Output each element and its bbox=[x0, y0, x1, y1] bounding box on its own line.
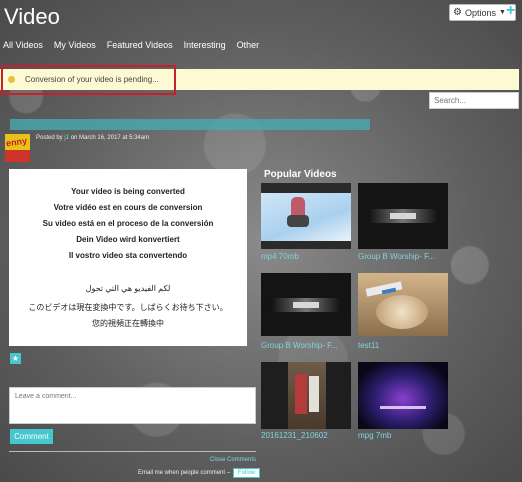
email-label: Email me when people comment – bbox=[138, 470, 231, 476]
video-thumbnail[interactable] bbox=[261, 183, 351, 249]
tab-all-videos[interactable]: All Videos bbox=[3, 40, 43, 50]
email-follow-row: Email me when people comment – Follow bbox=[138, 468, 261, 478]
comment-input[interactable] bbox=[9, 387, 256, 424]
video-thumbnail[interactable] bbox=[358, 362, 448, 429]
video-thumbnail[interactable] bbox=[358, 273, 448, 336]
chevron-down-icon: ▼ bbox=[499, 9, 506, 16]
conversion-player: Your video is being converted Votre vidé… bbox=[9, 169, 247, 346]
plus-icon[interactable]: + bbox=[506, 2, 515, 20]
video-nav: All Videos My Videos Featured Videos Int… bbox=[3, 40, 259, 50]
convert-line-de: Dein Video wird konvertiert bbox=[76, 235, 180, 244]
page-title: Video bbox=[4, 4, 60, 29]
favorite-star-icon[interactable]: ★ bbox=[10, 353, 21, 364]
convert-line-en: Your video is being converted bbox=[71, 187, 185, 196]
follow-button[interactable]: Follow bbox=[233, 468, 261, 478]
video-title-bar bbox=[10, 119, 370, 130]
convert-line-ja: このビデオは現在変換中です。しばらくお待ち下さい。 bbox=[28, 303, 228, 312]
posted-by-label: Posted by bbox=[36, 135, 63, 141]
tab-featured-videos[interactable]: Featured Videos bbox=[107, 40, 173, 50]
avatar[interactable]: enny bbox=[5, 134, 30, 162]
close-comments-link[interactable]: Close Comments bbox=[210, 457, 256, 463]
video-title-link[interactable]: mpg 7mb bbox=[358, 431, 391, 440]
convert-line-ar: لكم الفيديو هي التي تحول bbox=[85, 284, 171, 293]
video-title-link[interactable]: test11 bbox=[358, 341, 379, 350]
author-link[interactable]: j1 bbox=[64, 135, 69, 141]
video-title-link[interactable]: Group B Worship- F... bbox=[358, 252, 435, 261]
video-thumbnail[interactable] bbox=[261, 273, 351, 336]
avatar-shape bbox=[5, 150, 30, 162]
popular-videos-title: Popular Videos bbox=[264, 169, 337, 180]
comment-button[interactable]: Comment bbox=[10, 429, 53, 444]
tab-interesting[interactable]: Interesting bbox=[184, 40, 226, 50]
tab-other[interactable]: Other bbox=[237, 40, 260, 50]
post-date: on March 16, 2017 at 5:34am bbox=[70, 135, 150, 141]
options-label: Options bbox=[464, 7, 496, 18]
video-title-link[interactable]: Group B Worship- F... bbox=[261, 341, 338, 350]
video-title-link[interactable]: mp4 70mb bbox=[261, 252, 299, 261]
video-thumbnail[interactable] bbox=[358, 183, 448, 249]
convert-line-it: Il vostro video sta convertendo bbox=[68, 251, 188, 260]
video-title-link[interactable]: 20161231_210602 bbox=[261, 431, 328, 440]
avatar-text: enny bbox=[5, 135, 28, 149]
gear-icon: ⚙ bbox=[453, 7, 462, 18]
divider bbox=[9, 451, 256, 452]
notice-highlight bbox=[1, 65, 176, 95]
video-thumbnail[interactable] bbox=[261, 362, 351, 429]
convert-line-fr: Votre vidéo est en cours de conversion bbox=[53, 203, 203, 212]
convert-line-zh: 您的視頻正在轉換中 bbox=[92, 319, 164, 328]
tab-my-videos[interactable]: My Videos bbox=[54, 40, 96, 50]
search-input[interactable] bbox=[429, 92, 519, 109]
convert-line-es: Su video está en el proceso de la conver… bbox=[42, 219, 214, 228]
post-meta: Posted by j1 on March 16, 2017 at 5:34am bbox=[36, 135, 149, 141]
